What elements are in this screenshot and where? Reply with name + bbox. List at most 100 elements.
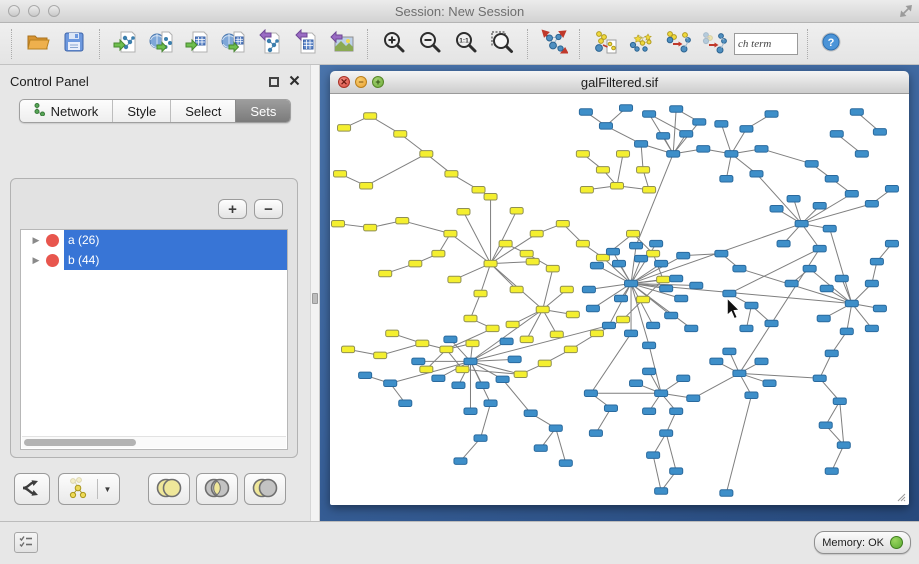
graph-node[interactable] xyxy=(657,276,670,282)
graph-node[interactable] xyxy=(432,250,445,256)
graph-node[interactable] xyxy=(420,366,433,372)
float-panel-icon[interactable] xyxy=(269,77,279,87)
graph-node[interactable] xyxy=(720,490,733,496)
set-difference-button[interactable] xyxy=(244,473,286,505)
graph-node[interactable] xyxy=(412,358,425,364)
graph-node[interactable] xyxy=(647,452,660,458)
graph-node[interactable] xyxy=(637,296,650,302)
select-set-nodes-button[interactable] xyxy=(626,28,658,60)
graph-node[interactable] xyxy=(643,187,656,193)
graph-node[interactable] xyxy=(625,280,638,286)
fullscreen-icon[interactable] xyxy=(899,4,913,23)
graph-node[interactable] xyxy=(445,171,458,177)
graph-node[interactable] xyxy=(655,390,668,396)
graph-node[interactable] xyxy=(740,325,753,331)
frame-close-icon[interactable]: ✕ xyxy=(338,76,350,88)
graph-node[interactable] xyxy=(845,300,858,306)
graph-node[interactable] xyxy=(817,315,830,321)
graph-node[interactable] xyxy=(394,131,407,137)
graph-node[interactable] xyxy=(452,382,465,388)
graph-node[interactable] xyxy=(364,224,377,230)
frame-minimize-icon[interactable]: − xyxy=(355,76,367,88)
graph-edge[interactable] xyxy=(802,194,852,224)
graph-node[interactable] xyxy=(675,295,688,301)
graph-node[interactable] xyxy=(745,392,758,398)
graph-node[interactable] xyxy=(670,275,683,281)
graph-node[interactable] xyxy=(855,151,868,157)
graph-node[interactable] xyxy=(496,376,509,382)
graph-node[interactable] xyxy=(643,111,656,117)
graph-node[interactable] xyxy=(612,260,625,266)
graph-node[interactable] xyxy=(484,194,497,200)
graph-node[interactable] xyxy=(379,270,392,276)
graph-edge[interactable] xyxy=(450,234,490,264)
graph-node[interactable] xyxy=(499,240,512,246)
zoom-out-button[interactable] xyxy=(414,28,446,60)
create-set-from-selection-button[interactable] xyxy=(590,28,622,60)
graph-node[interactable] xyxy=(560,286,573,292)
graph-node[interactable] xyxy=(667,151,680,157)
graph-node[interactable] xyxy=(616,151,629,157)
graph-node[interactable] xyxy=(820,285,833,291)
import-table-file-button[interactable] xyxy=(182,28,214,60)
graph-node[interactable] xyxy=(677,375,690,381)
graph-node[interactable] xyxy=(520,250,533,256)
graph-edge[interactable] xyxy=(470,309,542,361)
graph-edge[interactable] xyxy=(556,428,566,463)
graph-node[interactable] xyxy=(409,260,422,266)
graph-node[interactable] xyxy=(655,488,668,494)
graph-node[interactable] xyxy=(454,458,467,464)
graph-node[interactable] xyxy=(765,111,778,117)
graph-node[interactable] xyxy=(464,358,477,364)
import-table-url-button[interactable] xyxy=(218,28,250,60)
graph-node[interactable] xyxy=(885,240,898,246)
graph-node[interactable] xyxy=(538,360,551,366)
graph-node[interactable] xyxy=(677,252,690,258)
graph-node[interactable] xyxy=(590,330,603,336)
graph-node[interactable] xyxy=(420,151,433,157)
expander-icon[interactable]: ▶ xyxy=(29,235,43,246)
graph-node[interactable] xyxy=(870,258,883,264)
graph-node[interactable] xyxy=(733,370,746,376)
graph-node[interactable] xyxy=(614,295,627,301)
graph-node[interactable] xyxy=(850,109,863,115)
graph-node[interactable] xyxy=(630,380,643,386)
graph-node[interactable] xyxy=(837,442,850,448)
search-input[interactable] xyxy=(734,33,798,55)
graph-node[interactable] xyxy=(627,230,640,236)
graph-node[interactable] xyxy=(364,113,377,119)
graph-node[interactable] xyxy=(873,129,886,135)
graph-node[interactable] xyxy=(564,346,577,352)
graph-node[interactable] xyxy=(687,395,700,401)
graph-node[interactable] xyxy=(486,325,499,331)
graph-node[interactable] xyxy=(456,366,469,372)
window-zoom-button[interactable] xyxy=(48,5,60,17)
graph-edge[interactable] xyxy=(631,284,653,326)
frame-maximize-icon[interactable]: + xyxy=(372,76,384,88)
graph-node[interactable] xyxy=(825,468,838,474)
graph-edge[interactable] xyxy=(721,124,731,154)
help-button[interactable]: ? xyxy=(818,28,844,60)
graph-node[interactable] xyxy=(655,260,668,266)
tab-sets[interactable]: Sets xyxy=(235,100,290,122)
graph-node[interactable] xyxy=(599,123,612,129)
graph-node[interactable] xyxy=(510,207,523,213)
graph-node[interactable] xyxy=(534,445,547,451)
graph-node[interactable] xyxy=(845,191,858,197)
set-row-b[interactable]: ▶ b (44) xyxy=(21,250,287,270)
graph-node[interactable] xyxy=(566,311,579,317)
graph-node[interactable] xyxy=(787,196,800,202)
graph-node[interactable] xyxy=(342,346,355,352)
graph-edge[interactable] xyxy=(653,455,661,491)
graph-node[interactable] xyxy=(635,141,648,147)
graph-edge[interactable] xyxy=(503,379,531,413)
graph-node[interactable] xyxy=(660,430,673,436)
graph-edge[interactable] xyxy=(366,154,426,186)
graph-node[interactable] xyxy=(643,408,656,414)
graph-node[interactable] xyxy=(484,260,497,266)
expander-icon[interactable]: ▶ xyxy=(29,255,43,266)
graph-node[interactable] xyxy=(715,121,728,127)
horizontal-scrollbar[interactable] xyxy=(22,436,286,448)
memory-status-button[interactable]: Memory: OK xyxy=(814,531,911,554)
graph-node[interactable] xyxy=(464,315,477,321)
